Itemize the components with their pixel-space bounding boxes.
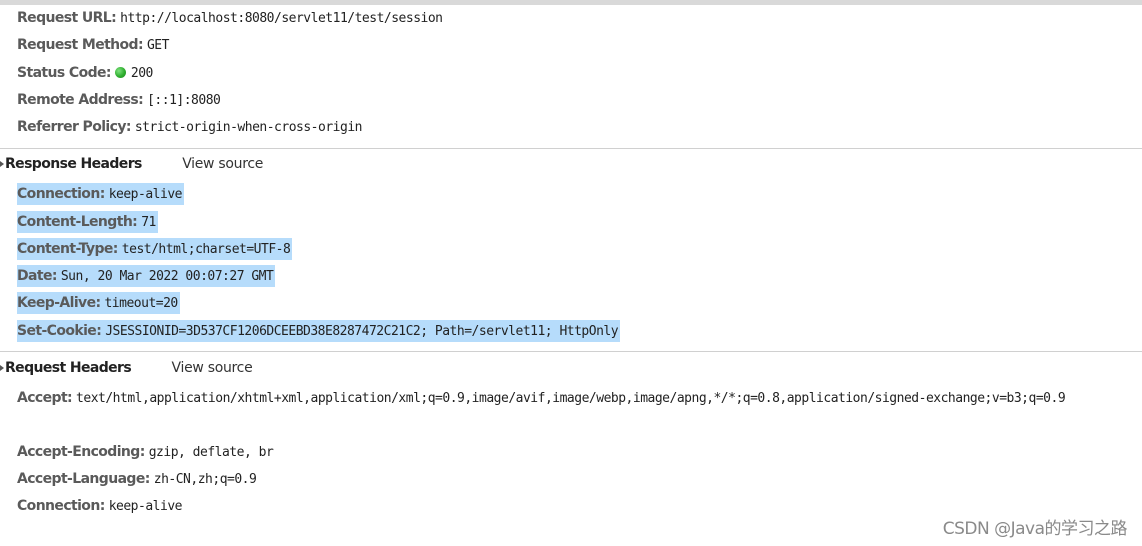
header-key: Referrer Policy: bbox=[17, 119, 131, 135]
header-value: [::1]:8080 bbox=[147, 93, 221, 108]
section-divider bbox=[0, 148, 1142, 149]
header-key: Date: bbox=[17, 268, 57, 284]
header-value: strict-origin-when-cross-origin bbox=[134, 120, 363, 135]
header-key: Remote Address: bbox=[17, 92, 144, 108]
header-value: gzip, deflate, br bbox=[148, 445, 274, 460]
header-key: Accept: bbox=[17, 390, 73, 406]
response-headers-section-header[interactable]: Response Headers View source bbox=[0, 153, 263, 175]
header-value: zh-CN,zh;q=0.9 bbox=[153, 472, 257, 487]
header-value: timeout=20 bbox=[104, 296, 178, 311]
header-key: Connection: bbox=[17, 186, 105, 202]
header-value: text/html,application/xhtml+xml,applicat… bbox=[76, 391, 1066, 406]
request-header-row[interactable]: Accept-Encoding: gzip, deflate, br bbox=[17, 441, 274, 463]
response-header-row[interactable]: Keep-Alive: timeout=20 bbox=[17, 292, 180, 314]
header-key: Accept-Language: bbox=[17, 471, 150, 487]
header-key: Accept-Encoding: bbox=[17, 444, 145, 460]
header-value: GET bbox=[146, 38, 169, 53]
watermark-text: CSDN @Java的学习之路 bbox=[942, 519, 1128, 539]
expand-triangle-icon[interactable] bbox=[0, 365, 4, 371]
general-row-request-url[interactable]: Request URL: http://localhost:8080/servle… bbox=[17, 7, 443, 29]
response-header-row[interactable]: Set-Cookie: JSESSIONID=3D537CF1206DCEEBD3… bbox=[17, 320, 621, 342]
header-value: test/html;charset=UTF-8 bbox=[121, 242, 291, 257]
general-row-referrer-policy[interactable]: Referrer Policy: strict-origin-when-cross… bbox=[17, 116, 362, 138]
response-headers-title: Response Headers bbox=[5, 156, 142, 172]
general-row-remote-address[interactable]: Remote Address: [::1]:8080 bbox=[17, 89, 221, 111]
header-key: Content-Type: bbox=[17, 241, 118, 257]
header-value: http://localhost:8080/servlet11/test/ses… bbox=[120, 11, 443, 26]
request-header-row[interactable]: Accept-Language: zh-CN,zh;q=0.9 bbox=[17, 468, 257, 490]
request-header-row[interactable]: Connection: keep-alive bbox=[17, 495, 182, 517]
clipped-next-row bbox=[17, 528, 57, 534]
response-view-source-link[interactable]: View source bbox=[182, 156, 263, 172]
header-key: Set-Cookie: bbox=[17, 323, 102, 339]
header-value: 71 bbox=[141, 215, 156, 230]
response-header-row[interactable]: Content-Type: test/html;charset=UTF-8 bbox=[17, 238, 293, 260]
response-header-row[interactable]: Date: Sun, 20 Mar 2022 00:07:27 GMT bbox=[17, 265, 276, 287]
header-key: Connection: bbox=[17, 498, 105, 514]
request-headers-title: Request Headers bbox=[5, 360, 132, 376]
response-header-row[interactable]: Connection: keep-alive bbox=[17, 183, 184, 205]
request-header-row[interactable]: Accept: text/html,application/xhtml+xml,a… bbox=[17, 385, 1139, 412]
top-divider-strip bbox=[0, 0, 1142, 5]
header-key: Keep-Alive: bbox=[17, 295, 101, 311]
general-row-request-method[interactable]: Request Method: GET bbox=[17, 34, 169, 56]
section-divider bbox=[0, 351, 1142, 352]
header-value: Sun, 20 Mar 2022 00:07:27 GMT bbox=[60, 269, 274, 284]
response-header-row[interactable]: Content-Length: 71 bbox=[17, 211, 158, 233]
header-value: keep-alive bbox=[108, 187, 183, 202]
header-key: Content-Length: bbox=[17, 214, 138, 230]
header-key: Request URL: bbox=[17, 10, 117, 26]
header-key: Request Method: bbox=[17, 37, 144, 53]
status-ok-icon bbox=[114, 67, 126, 78]
header-value: 200 bbox=[130, 66, 153, 81]
request-view-source-link[interactable]: View source bbox=[172, 360, 253, 376]
header-value: keep-alive bbox=[108, 499, 183, 514]
header-value: JSESSIONID=3D537CF1206DCEEBD38E8287472C2… bbox=[105, 324, 619, 339]
expand-triangle-icon[interactable] bbox=[0, 161, 4, 167]
general-row-status-code[interactable]: Status Code: 200 bbox=[17, 62, 153, 84]
header-key: Status Code: bbox=[17, 65, 112, 81]
request-headers-section-header[interactable]: Request Headers View source bbox=[0, 357, 253, 379]
